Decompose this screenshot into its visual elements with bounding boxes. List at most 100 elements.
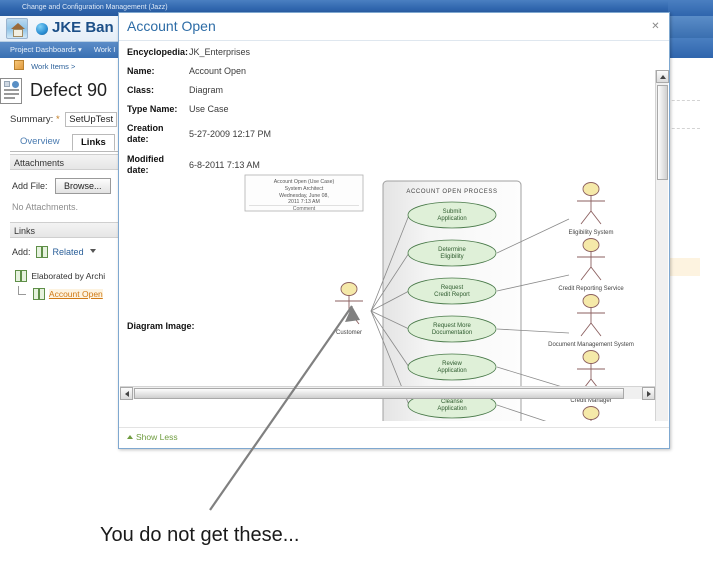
property-key: Type Name: (127, 104, 178, 114)
summary-field-row: Summary: * SetUpTest (10, 112, 118, 127)
use-case: Request Credit Report (407, 277, 497, 305)
svg-text:Documentation: Documentation (432, 330, 472, 336)
dialog-body: Encyclopedia: JK_Enterprises Name: Accou… (119, 41, 669, 421)
use-case: Review Application (407, 353, 497, 381)
link-group-label: Elaborated by Archi (31, 271, 106, 281)
scroll-right-arrow-icon[interactable] (642, 387, 655, 400)
svg-text:Application: Application (437, 216, 466, 222)
svg-text:Eligibility: Eligibility (440, 254, 463, 260)
use-case-label-2: Determine (438, 247, 466, 253)
related-dropdown[interactable]: Related (53, 247, 84, 257)
svg-text:Credit Report: Credit Report (434, 292, 470, 298)
property-list: Encyclopedia: JK_Enterprises Name: Accou… (127, 47, 357, 185)
home-icon[interactable] (6, 18, 28, 39)
horizontal-scroll-thumb[interactable] (134, 388, 624, 399)
property-key: Encyclopedia: (127, 47, 189, 57)
actor-unlabeled (582, 406, 600, 421)
dialog-footer: Show Less (119, 427, 669, 448)
svg-text:Application: Application (437, 406, 466, 412)
dialog-horizontal-scrollbar[interactable] (120, 386, 655, 400)
app-logo-icon (36, 23, 48, 35)
property-row: Name: Account Open (127, 66, 357, 78)
scroll-up-arrow-icon[interactable] (656, 70, 669, 83)
actor-label-credit-reporting-service: Credit Reporting Service (558, 286, 624, 292)
browse-button[interactable]: Browse... (55, 178, 111, 194)
actor-customer (335, 282, 363, 325)
actor-eligibility-system (577, 182, 605, 225)
show-less-label: Show Less (136, 432, 178, 442)
work-item-icon (0, 78, 22, 104)
comment-line-1: Account Open (Use Case) (274, 179, 335, 185)
process-title: ACCOUNT OPEN PROCESS (406, 189, 497, 195)
summary-input[interactable]: SetUpTest (65, 112, 118, 127)
actor-label-document-management-system: Document Management System (548, 342, 634, 348)
comment-line-5: Comment (293, 206, 316, 212)
use-case-label-5: Review (442, 361, 462, 367)
actor-credit-reporting-service (577, 238, 605, 281)
use-case-label-6: Cleanse (441, 399, 464, 405)
required-marker: * (55, 114, 60, 125)
property-value: JK_Enterprises (189, 47, 251, 57)
breadcrumb-label[interactable]: Work Items > (31, 62, 75, 71)
summary-label: Summary: (10, 114, 54, 125)
link-item-icon (33, 288, 45, 300)
property-key: Modified date: (127, 154, 164, 175)
property-value: 5-27-2009 12:17 PM (189, 129, 272, 139)
use-case: Submit Application (407, 201, 497, 229)
app-name: JKE Ban (52, 19, 114, 36)
actor-document-management-system (577, 294, 605, 337)
link-group-icon (15, 270, 27, 282)
property-key: Creation date: (127, 123, 164, 144)
use-case: Determine Eligibility (407, 239, 497, 267)
nav-item-project-dashboards[interactable]: Project Dashboards ▾ (10, 45, 82, 54)
tab-overview[interactable]: Overview (12, 134, 68, 149)
no-attachments-text: No Attachments. (12, 202, 79, 212)
account-open-dialog: Account Open ✕ Encyclopedia: JK_Enterpri… (118, 12, 670, 449)
add-link-label: Add: (12, 247, 31, 257)
property-row: Encyclopedia: JK_Enterprises (127, 47, 357, 59)
work-items-icon (14, 60, 24, 70)
add-link-row: Add: Related (12, 246, 97, 258)
link-icon (36, 246, 49, 258)
uml-use-case-diagram: Account Open (Use Case) System Architect… (239, 171, 659, 421)
link-group-row: Elaborated by Archi (12, 270, 106, 282)
comment-line-4: 2011 7:13 AM (288, 199, 320, 205)
use-case: Request More Documentation (407, 315, 497, 343)
property-value: Diagram (189, 85, 224, 95)
tree-elbow-icon (18, 286, 26, 295)
nav-item-work-items[interactable]: Work I (94, 45, 116, 54)
dialog-title: Account Open (127, 18, 216, 34)
use-case-label-4: Request More (433, 323, 471, 329)
window-chrome-right (668, 0, 713, 76)
show-less-link[interactable]: Show Less (127, 432, 178, 442)
svg-text:Application: Application (437, 368, 466, 374)
page-title: Defect 90 (30, 80, 108, 100)
screenshot-root: Change and Configuration Management (Jaz… (0, 0, 713, 567)
link-account-open[interactable]: Account Open (48, 289, 103, 299)
close-icon[interactable]: ✕ (650, 21, 661, 32)
annotation-text: You do not get these... (100, 524, 300, 546)
comment-line-2: System Architect (285, 186, 324, 192)
diagram-image-label: Diagram Image: (127, 321, 195, 331)
property-row: Type Name: Use Case (127, 104, 357, 116)
dialog-header: Account Open ✕ (119, 13, 669, 41)
use-case-label-3: Request (441, 285, 464, 291)
dialog-vertical-scrollbar[interactable] (655, 70, 669, 421)
add-file-row: Add File: Browse... (12, 178, 111, 194)
scroll-left-arrow-icon[interactable] (120, 387, 133, 400)
tab-links[interactable]: Links (72, 134, 115, 151)
chevron-down-icon[interactable] (90, 249, 97, 253)
actor-label-customer: Customer (336, 330, 362, 336)
property-value: 6-8-2011 7:13 AM (189, 160, 260, 170)
add-file-label: Add File: (12, 181, 48, 191)
diagram-comment-box: Account Open (Use Case) System Architect… (244, 174, 364, 212)
property-key: Class: (127, 85, 155, 95)
vertical-scroll-thumb[interactable] (657, 85, 668, 180)
property-row: Creation date: 5-27-2009 12:17 PM (127, 123, 357, 147)
property-key: Name: (127, 66, 155, 76)
property-row: Class: Diagram (127, 85, 357, 97)
use-case-label-1: Submit (443, 209, 462, 215)
list-item[interactable]: Account Open (18, 286, 103, 300)
property-value: Use Case (189, 104, 229, 114)
property-value: Account Open (189, 66, 247, 76)
